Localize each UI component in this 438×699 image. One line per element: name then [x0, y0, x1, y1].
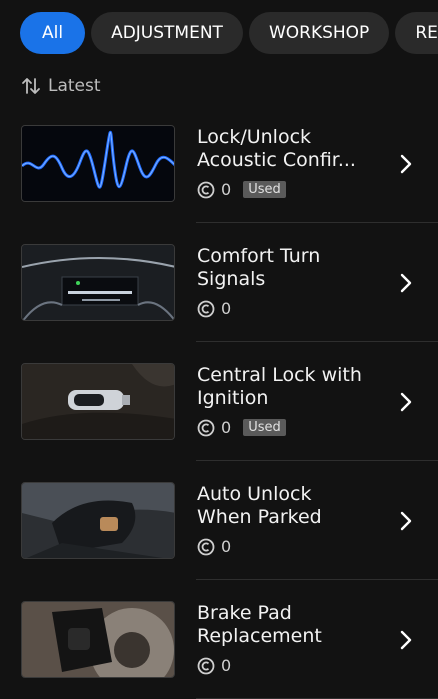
- item-title: Central Lock with Ignition: [197, 364, 362, 409]
- item-count: 0: [221, 418, 232, 437]
- item-meta: 0: [197, 656, 231, 675]
- item-title: Lock/Unlock Acoustic Confir...: [197, 126, 356, 171]
- filter-chip-re[interactable]: RE: [395, 12, 438, 54]
- item-title: Brake Pad Replacement: [197, 602, 322, 647]
- chevron-right-icon[interactable]: [400, 630, 412, 650]
- item-count: 0: [221, 180, 232, 199]
- list-item[interactable]: Comfort Turn Signals 0: [0, 223, 438, 342]
- sort-control[interactable]: Latest: [20, 74, 101, 98]
- item-meta: 0: [197, 537, 231, 556]
- sort-label: Latest: [48, 76, 101, 96]
- coin-icon: [197, 181, 215, 198]
- coin-icon: [197, 657, 215, 674]
- item-title: Auto Unlock When Parked: [197, 483, 322, 528]
- item-title: Comfort Turn Signals: [197, 245, 321, 290]
- chevron-right-icon[interactable]: [400, 273, 412, 293]
- used-badge: Used: [243, 181, 286, 198]
- list-item[interactable]: Central Lock with Ignition 0 Used: [0, 342, 438, 461]
- used-badge: Used: [243, 419, 286, 436]
- item-meta: 0: [197, 299, 231, 318]
- car-key-image: [21, 363, 175, 440]
- coin-icon: [197, 419, 215, 436]
- dashboard-image: [21, 244, 175, 321]
- list-item[interactable]: Brake Pad Replacement 0: [0, 580, 438, 699]
- chevron-right-icon[interactable]: [400, 154, 412, 174]
- list-item[interactable]: Auto Unlock When Parked 0: [0, 461, 438, 580]
- chevron-right-icon[interactable]: [400, 511, 412, 531]
- sort-arrows-icon: [22, 78, 40, 94]
- item-count: 0: [221, 299, 232, 318]
- item-list: Lock/Unlock Acoustic Confir... 0 Used Co…: [0, 104, 438, 699]
- filter-chip-adjustment[interactable]: ADJUSTMENT: [91, 12, 243, 54]
- chevron-right-icon[interactable]: [400, 392, 412, 412]
- list-item[interactable]: Lock/Unlock Acoustic Confir... 0 Used: [0, 104, 438, 223]
- brake-caliper-image: [21, 601, 175, 678]
- filter-chip-bar: All ADJUSTMENT WORKSHOP RE: [20, 12, 438, 54]
- filter-chip-workshop[interactable]: WORKSHOP: [248, 12, 390, 54]
- item-meta: 0 Used: [197, 418, 286, 437]
- filter-chip-all[interactable]: All: [20, 12, 86, 54]
- coin-icon: [197, 300, 215, 317]
- gear-shifter-image: [21, 482, 175, 559]
- coin-icon: [197, 538, 215, 555]
- item-meta: 0 Used: [197, 180, 286, 199]
- item-count: 0: [221, 656, 232, 675]
- item-count: 0: [221, 537, 232, 556]
- waveform-image: [21, 125, 175, 202]
